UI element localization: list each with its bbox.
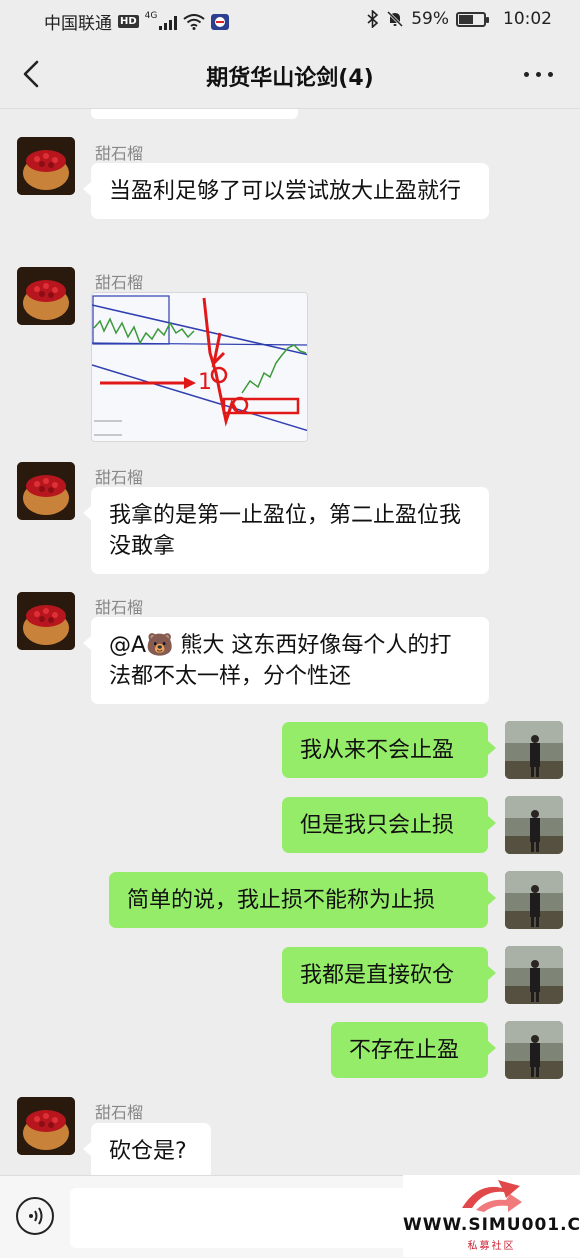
my-avatar[interactable] — [505, 946, 563, 1004]
message-bubble[interactable]: 砍仓是? — [83, 1123, 211, 1175]
network-type: 4G — [144, 10, 158, 21]
mute-bell-icon — [387, 10, 404, 28]
pomegranate-icon — [17, 592, 75, 650]
person-photo-icon — [505, 946, 563, 1004]
watermark-logo-icon — [462, 1180, 522, 1212]
pomegranate-icon — [17, 267, 75, 325]
message-input[interactable] — [70, 1188, 424, 1248]
page-title: 期货华山论剑(4) — [206, 66, 374, 91]
sender-avatar[interactable] — [17, 137, 75, 195]
pomegranate-icon — [17, 462, 75, 520]
trading-chart-image: 1 — [92, 293, 307, 441]
sender-name: 甜石榴 — [95, 598, 144, 617]
more-button[interactable] — [522, 62, 556, 88]
battery-percent: 59% — [411, 9, 449, 29]
message-bubble[interactable]: 当盈利足够了可以尝试放大止盈就行 — [83, 163, 489, 219]
sender-name: 甜石榴 — [95, 1103, 144, 1122]
sender-avatar[interactable] — [17, 1097, 75, 1155]
watermark: WWW.SIMU001.CN 私募社区 — [403, 1175, 580, 1257]
voice-icon — [29, 1207, 43, 1225]
sender-avatar[interactable] — [17, 267, 75, 325]
sender-avatar[interactable] — [17, 592, 75, 650]
wifi-icon — [183, 13, 205, 30]
previous-message-bubble — [91, 109, 298, 119]
sender-name: 甜石榴 — [95, 273, 144, 292]
chart-image-message[interactable]: 1 — [91, 292, 308, 442]
message-bubble-sent[interactable]: 我从来不会止盈 — [282, 722, 496, 778]
chat-header: 期货华山论剑(4) — [0, 40, 580, 109]
message-list[interactable]: 甜石榴 当盈利足够了可以尝试放大止盈就行 甜石榴 1 甜石榴 我拿的是第一止盈位… — [0, 109, 580, 1175]
bluetooth-icon — [367, 10, 379, 28]
signal-icon — [159, 14, 178, 30]
sender-avatar[interactable] — [17, 462, 75, 520]
pomegranate-icon — [17, 137, 75, 195]
watermark-label: 私募社区 — [467, 1241, 516, 1252]
sender-name: 甜石榴 — [95, 144, 144, 163]
carrier-name: 中国联通 — [44, 14, 112, 34]
message-bubble-sent[interactable]: 不存在止盈 — [331, 1022, 496, 1078]
my-avatar[interactable] — [505, 796, 563, 854]
pomegranate-icon — [17, 1097, 75, 1155]
message-bubble[interactable]: @A🐻 熊大 这东西好像每个人的打法都不太一样，分个性还 — [83, 617, 489, 704]
sender-name: 甜石榴 — [95, 468, 144, 487]
my-avatar[interactable] — [505, 871, 563, 929]
battery-icon — [456, 11, 489, 27]
person-photo-icon — [505, 871, 563, 929]
person-photo-icon — [505, 796, 563, 854]
app-notification-icon — [211, 13, 230, 30]
svg-text:1: 1 — [198, 370, 212, 395]
watermark-site: WWW.SIMU001.CN — [403, 1215, 580, 1235]
clock: 10:02 — [503, 9, 552, 29]
voice-input-button[interactable] — [16, 1197, 54, 1235]
my-avatar[interactable] — [505, 721, 563, 779]
message-bubble[interactable]: 我拿的是第一止盈位，第二止盈位我没敢拿 — [83, 487, 489, 574]
message-bubble-sent[interactable]: 我都是直接砍仓 — [282, 947, 496, 1003]
person-photo-icon — [505, 1021, 563, 1079]
message-bubble-sent[interactable]: 但是我只会止损 — [282, 797, 496, 853]
my-avatar[interactable] — [505, 1021, 563, 1079]
hd-voice-icon: HD — [118, 15, 139, 28]
status-bar: 中国联通 HD 4G 59% 10:02 — [0, 0, 580, 40]
person-photo-icon — [505, 721, 563, 779]
message-bubble-sent[interactable]: 简单的说，我止损不能称为止损 — [109, 872, 496, 928]
